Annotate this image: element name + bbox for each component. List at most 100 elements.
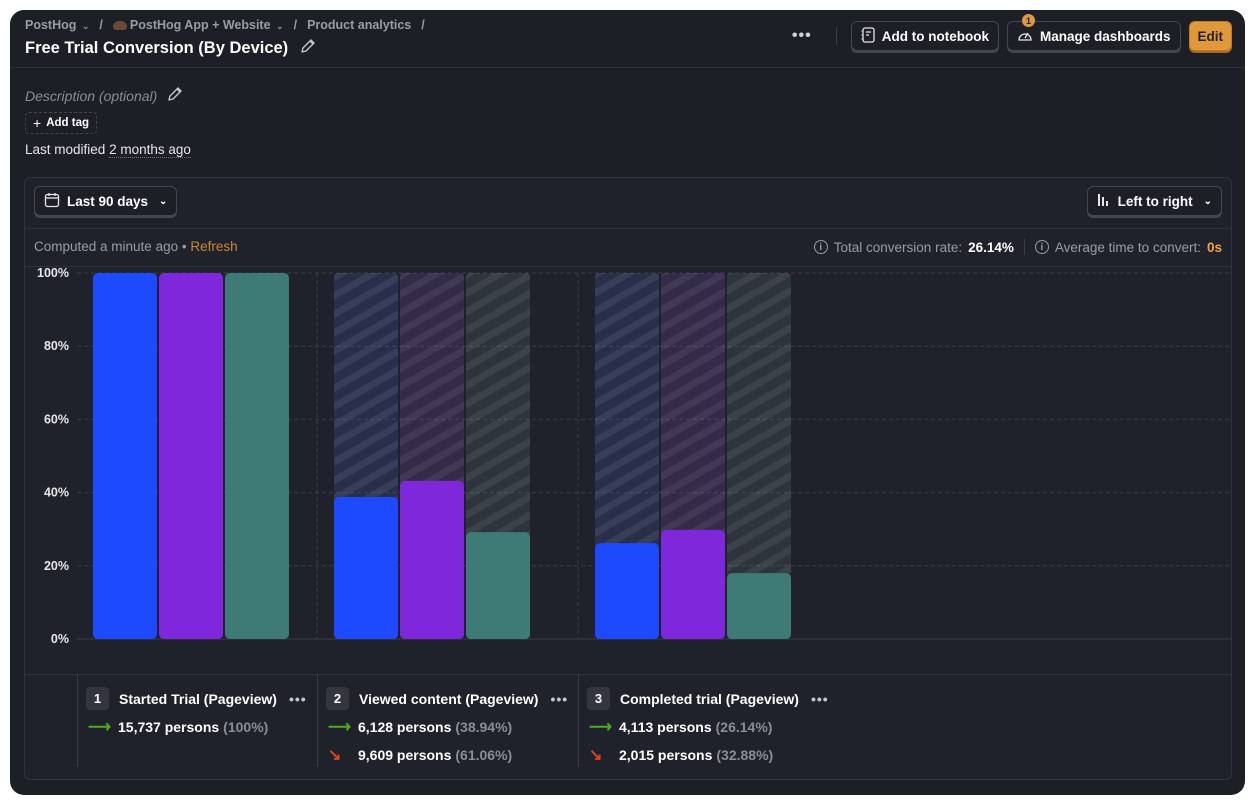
breadcrumb-item-project[interactable]: PostHog App + Website ⌄ [112, 18, 284, 32]
arrow-right-icon: ⟶ [328, 719, 351, 736]
divider [835, 27, 837, 45]
funnel-bar [400, 480, 464, 639]
total-conversion-label: Total conversion rate: [833, 239, 963, 255]
converted-count: 15,737 persons [118, 719, 220, 735]
funnel-layout-select[interactable]: Left to right ⌄ [1086, 186, 1222, 216]
bar-chart-icon [1097, 193, 1111, 210]
arrow-down-right-icon: ↘ [589, 747, 603, 764]
refresh-link[interactable]: Refresh [190, 239, 237, 254]
date-range-select[interactable]: Last 90 days ⌄ [34, 186, 178, 216]
converted-percent: (100%) [223, 719, 269, 735]
breadcrumb-separator: / [99, 18, 103, 32]
edit-description-pencil-icon[interactable] [167, 86, 183, 105]
computed-status: Computed a minute ago • Refresh [34, 239, 238, 254]
breadcrumb-label: PostHog [25, 18, 77, 32]
arrow-down-right-icon: ↘ [328, 747, 342, 764]
breadcrumb-item-product-analytics[interactable]: Product analytics [307, 18, 411, 32]
breadcrumb-label: PostHog App + Website [129, 18, 271, 32]
step-number: 3 [587, 687, 610, 710]
converted-percent: (38.94%) [455, 719, 513, 735]
converted-count: 4,113 persons [619, 719, 712, 735]
hedgehog-icon [112, 21, 127, 31]
arrow-right-icon: ⟶ [589, 719, 612, 736]
chevron-down-icon: ⌄ [276, 21, 284, 31]
button-label: Add to notebook [881, 28, 989, 44]
info-icon[interactable]: i [813, 240, 828, 254]
top-bar: PostHog ⌄ / PostHog App + Website ⌄ / Pr… [10, 10, 1245, 68]
header-actions: ••• Add to notebook 1 Manage dashboards … [782, 14, 1232, 51]
step-number: 2 [326, 687, 349, 710]
funnel-step: 2 Viewed content (Pageview) ••• ⟶ 6,128 … [317, 675, 578, 767]
y-tick-label: 40% [44, 486, 69, 500]
funnel-bar [225, 273, 289, 639]
step-name: Viewed content (Pageview) [359, 690, 539, 707]
y-tick-label: 100% [37, 267, 69, 280]
notebook-icon [861, 26, 875, 46]
computed-text: Computed a minute ago [34, 239, 179, 254]
chevron-down-icon: ⌄ [159, 195, 168, 207]
funnel-step: 3 Completed trial (Pageview) ••• ⟶ 4,113… [578, 675, 859, 767]
dropped-percent: (32.88%) [716, 747, 774, 763]
manage-dashboards-button[interactable]: 1 Manage dashboards [1006, 14, 1181, 51]
converted-row[interactable]: ⟶ 4,113 persons (26.14%) [589, 717, 772, 737]
arrow-right-icon: ⟶ [88, 719, 111, 736]
step-name: Started Trial (Pageview) [119, 690, 277, 707]
app-window: PostHog ⌄ / PostHog App + Website ⌄ / Pr… [10, 10, 1245, 795]
breadcrumb: PostHog ⌄ / PostHog App + Website ⌄ / Pr… [25, 18, 429, 32]
chevron-down-icon: ⌄ [1203, 195, 1212, 207]
dropped-count: 9,609 persons [358, 747, 452, 763]
y-tick-label: 20% [44, 559, 69, 573]
insight-card: Last 90 days ⌄ Left to right ⌄ Computed … [24, 177, 1232, 780]
dropped-count: 2,015 persons [619, 747, 713, 763]
converted-count: 6,128 persons [358, 719, 452, 735]
funnel-bar [595, 543, 659, 639]
breadcrumb-separator: / [421, 18, 425, 32]
converted-percent: (26.14%) [715, 719, 773, 735]
add-tag-label: Add tag [46, 117, 89, 129]
insight-filters: Last 90 days ⌄ Left to right ⌄ [25, 178, 1231, 229]
divider [1023, 239, 1025, 255]
funnel-bar-chart: 0% 20% 40% 60% 80% 100% [37, 267, 1231, 646]
step-more-button[interactable]: ••• [811, 691, 829, 707]
description-placeholder: Description (optional) [25, 87, 158, 104]
conversion-summary: i Total conversion rate: 26.14% i Averag… [813, 239, 1222, 255]
notification-badge: 1 [1021, 14, 1035, 27]
funnel-bar [93, 273, 157, 639]
layout-value: Left to right [1117, 193, 1193, 209]
funnel-step: 1 Started Trial (Pageview) ••• ⟶ 15,737 … [77, 675, 318, 767]
step-more-button[interactable]: ••• [289, 691, 307, 707]
add-to-notebook-button[interactable]: Add to notebook [850, 21, 999, 51]
funnel-steps-legend: 1 Started Trial (Pageview) ••• ⟶ 15,737 … [25, 674, 1231, 780]
info-icon[interactable]: i [1034, 240, 1049, 254]
converted-row[interactable]: ⟶ 15,737 persons (100%) [88, 717, 268, 737]
calendar-icon [44, 192, 60, 211]
funnel-bar [159, 273, 223, 639]
dropped-row[interactable]: ↘ 9,609 persons (61.06%) [328, 745, 512, 765]
button-label: Manage dashboards [1039, 28, 1171, 44]
date-range-value: Last 90 days [67, 193, 149, 209]
y-tick-label: 80% [44, 339, 69, 353]
converted-row[interactable]: ⟶ 6,128 persons (38.94%) [328, 717, 512, 737]
edit-title-pencil-icon[interactable] [300, 38, 316, 59]
step-number: 1 [86, 687, 109, 710]
add-tag-button[interactable]: + Add tag [25, 112, 97, 134]
more-options-button[interactable]: ••• [782, 27, 822, 45]
y-tick-label: 60% [44, 412, 69, 426]
breadcrumb-separator: / [293, 18, 298, 32]
page-title-text: Free Trial Conversion (By Device) [25, 39, 289, 57]
last-modified-label: Last modified [25, 142, 106, 157]
funnel-bar [334, 496, 398, 639]
page-title: Free Trial Conversion (By Device) [25, 38, 316, 59]
chevron-down-icon: ⌄ [81, 21, 90, 31]
avg-time-value: 0s [1206, 239, 1222, 255]
funnel-bar [466, 532, 530, 639]
step-more-button[interactable]: ••• [550, 691, 568, 707]
plus-icon: + [33, 115, 42, 131]
dashboard-gauge-icon [1017, 28, 1033, 45]
dropped-row[interactable]: ↘ 2,015 persons (32.88%) [589, 745, 773, 765]
last-modified: Last modified 2 months ago [25, 142, 191, 158]
breadcrumb-item-org[interactable]: PostHog ⌄ [25, 18, 89, 32]
description-field[interactable]: Description (optional) [25, 86, 183, 105]
funnel-bar [727, 573, 791, 639]
edit-button[interactable]: Edit [1188, 21, 1232, 51]
